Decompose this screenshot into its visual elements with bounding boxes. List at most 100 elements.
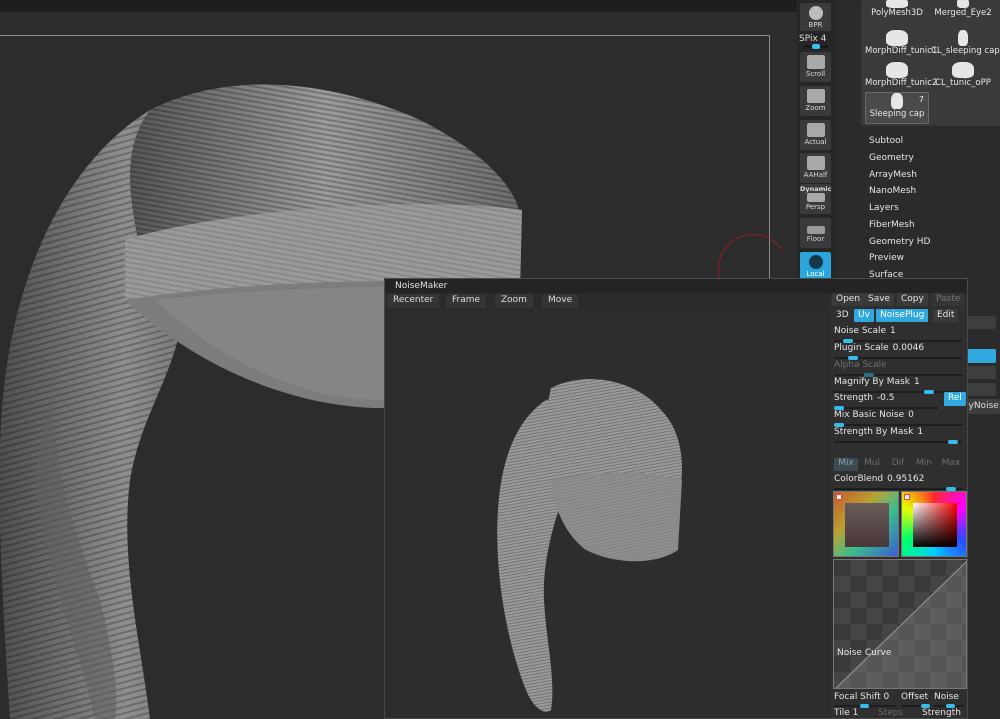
noisemaker-preview-viewport[interactable] (386, 310, 830, 718)
blend-min-button[interactable]: Min (912, 458, 936, 471)
tunic-mesh-icon (952, 62, 974, 78)
thumb-morphdiff-tunic2[interactable]: MorphDiff_tunic2 (865, 62, 937, 92)
menu-geometry[interactable]: Geometry (869, 153, 914, 163)
menu-fibermesh[interactable]: FiberMesh (869, 220, 915, 230)
recenter-button[interactable]: Recenter (387, 294, 440, 308)
frame-button[interactable]: Frame (446, 294, 487, 308)
steps-slider[interactable]: Steps (878, 708, 912, 718)
blend-dif-button[interactable]: Dif (886, 458, 910, 471)
aahalf-button[interactable]: AAHalf (800, 153, 831, 183)
noise-scale-track[interactable] (834, 340, 962, 342)
focal-shift-label: Focal Shift (834, 692, 881, 702)
eye-mesh-icon (957, 0, 969, 8)
color-picker-secondary-square[interactable] (845, 503, 889, 547)
polymesh-star-icon (886, 0, 908, 8)
color-picker-primary-square[interactable] (913, 503, 957, 547)
preview-cap-model (497, 379, 682, 712)
alpha-scale-track[interactable] (834, 374, 962, 376)
alpha-scale-label: Alpha Scale (834, 360, 887, 370)
tile-slider[interactable]: Tile 1 (834, 708, 868, 718)
surface-option-button[interactable] (966, 316, 996, 329)
thumb-label: CL_tunic_oPP (935, 78, 991, 88)
thumb-merged-eye2[interactable]: Merged_Eye2 (931, 0, 995, 28)
color-picker-primary[interactable] (901, 491, 967, 557)
focal-shift-slider[interactable]: Focal Shift 0 (834, 692, 896, 708)
thumb-sleeping-cap[interactable]: 7 Sleeping cap (865, 92, 929, 124)
thumb-label: Sleeping cap (869, 109, 925, 119)
tunic-mesh-icon (886, 62, 908, 78)
colorblend-label: ColorBlend (834, 474, 884, 484)
edit-button[interactable]: Edit (933, 309, 959, 322)
menu-geometry-hd[interactable]: Geometry HD (869, 237, 930, 247)
open-button[interactable]: Open (832, 293, 865, 306)
strength-by-mask-knob[interactable] (948, 440, 958, 444)
thumb-cl-sleeping-cap[interactable]: CL_sleeping cap (931, 30, 1000, 60)
noisemaker-titlebar[interactable]: NoiseMaker (385, 279, 967, 293)
menu-preview[interactable]: Preview (869, 253, 904, 263)
mode-uv-button[interactable]: Uv (854, 309, 874, 322)
floor-button[interactable]: Floor (800, 218, 831, 248)
surface-option-button-3[interactable] (966, 383, 996, 396)
paste-button[interactable]: Paste (932, 293, 965, 306)
surface-option-button-2[interactable] (966, 366, 996, 379)
local-symmetry-icon (808, 255, 823, 269)
mix-basic-noise-slider[interactable]: Mix Basic Noise 0 (834, 410, 965, 427)
strength-slider[interactable]: Strength -0.5 (834, 393, 939, 410)
zoom-view-button[interactable]: Zoom (495, 294, 533, 308)
offset-label: Offset (901, 692, 929, 702)
offset-slider[interactable]: Offset (901, 692, 931, 708)
strength-label: Strength (834, 393, 873, 403)
colorblend-value: 0.95162 (887, 474, 925, 484)
zoom-button[interactable]: Zoom (800, 86, 831, 116)
noise-scale-slider[interactable]: Noise Scale 1 (834, 326, 965, 343)
move-view-button[interactable]: Move (542, 294, 579, 308)
mix-basic-noise-track[interactable] (834, 424, 962, 426)
strength-by-mask-label: Strength By Mask (834, 427, 914, 437)
strength-track[interactable] (834, 407, 939, 409)
scroll-button[interactable]: Scroll (800, 52, 831, 82)
menu-arraymesh[interactable]: ArrayMesh (869, 170, 917, 180)
color-picker-secondary[interactable] (833, 491, 899, 557)
color-swatch-icon (904, 494, 910, 500)
colorblend-slider[interactable]: ColorBlend 0.95162 (834, 474, 965, 491)
spix-slider-knob[interactable] (812, 44, 820, 49)
strength-by-mask-track[interactable] (834, 441, 962, 443)
tile-label: Tile (834, 708, 850, 718)
actual-button[interactable]: Actual (800, 120, 831, 150)
magnify-by-mask-slider[interactable]: Magnify By Mask 1 (834, 377, 965, 394)
bpr-sphere-icon (808, 6, 823, 20)
noise-label: Noise (934, 692, 959, 702)
persp-button[interactable]: Dynamic Persp (800, 184, 832, 214)
curve-strength-slider[interactable]: Strength (922, 708, 964, 718)
blend-max-button[interactable]: Max (938, 458, 964, 471)
noisemaker-window: NoiseMaker Recenter Frame Zoom Move Open… (384, 278, 968, 719)
alpha-scale-slider[interactable]: Alpha Scale (834, 360, 965, 377)
apply-noise-button[interactable]: lyNoise (966, 399, 1000, 414)
copy-button[interactable]: Copy (897, 293, 928, 306)
noise-scale-value: 1 (890, 326, 896, 336)
menu-subtool[interactable]: Subtool (869, 136, 903, 146)
save-button[interactable]: Save (864, 293, 895, 306)
menu-nanomesh[interactable]: NanoMesh (869, 186, 916, 196)
thumb-morphdiff-tunic1[interactable]: MorphDiff_tunic1 (865, 30, 937, 60)
tunic-mesh-icon (886, 30, 908, 46)
magnifier-icon (806, 89, 825, 103)
magnify-by-mask-value: 1 (913, 377, 920, 387)
blend-mul-button[interactable]: Mul (860, 458, 884, 471)
perspective-grid-icon (806, 193, 825, 202)
noiseplug-button[interactable]: NoisePlug (876, 309, 929, 322)
noise-curve-editor[interactable]: Noise Curve (833, 559, 967, 689)
menu-layers[interactable]: Layers (869, 203, 899, 213)
thumb-cl-tunic-opp[interactable]: CL_tunic_oPP (931, 62, 995, 92)
spix-slider[interactable] (804, 44, 828, 49)
strength-by-mask-slider[interactable]: Strength By Mask 1 (834, 427, 965, 444)
mode-3d-button[interactable]: 3D (832, 309, 853, 322)
thumb-polymesh3d[interactable]: PolyMesh3D (865, 0, 929, 28)
surface-active-button[interactable] (966, 349, 996, 363)
rel-button[interactable]: Rel (944, 392, 966, 406)
blend-mix-button[interactable]: Mix (834, 458, 858, 471)
colorblend-track[interactable] (834, 488, 962, 490)
bpr-button[interactable]: BPR (800, 3, 831, 31)
plugin-scale-slider[interactable]: Plugin Scale 0.0046 (834, 343, 965, 360)
noise-toggle[interactable]: Noise (934, 692, 964, 708)
